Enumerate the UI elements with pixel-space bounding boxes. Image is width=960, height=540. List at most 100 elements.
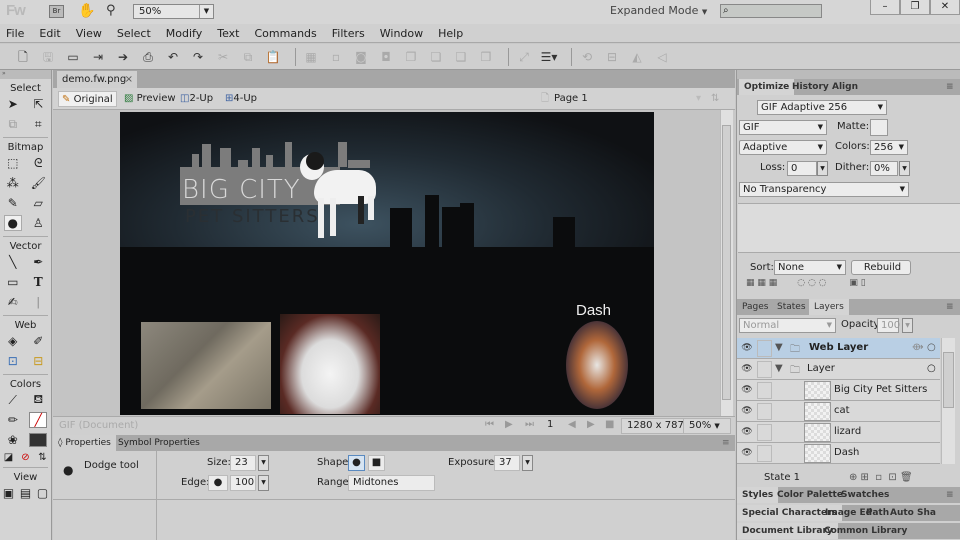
subselection-tool-icon[interactable]: ⇱ (29, 97, 47, 111)
menu-select[interactable]: Select (117, 27, 151, 40)
view-original-button[interactable]: ✎ Original (58, 91, 117, 107)
panel-menu-icon[interactable]: ≡ (941, 79, 959, 95)
lock-toggle[interactable] (757, 445, 772, 462)
loss-input[interactable]: 0 (787, 161, 817, 176)
flip-vertical-icon[interactable]: ◁ (653, 49, 671, 65)
layer-row-web-layer[interactable]: 👁 ▼ 🗀 Web Layer ⟴ ○ (737, 338, 940, 359)
panel-menu-icon[interactable]: ≡ (717, 435, 735, 451)
brush-tool-icon[interactable]: 🖌 (29, 176, 47, 190)
layer-row-object[interactable]: 👁 Big City Pet Sitters ... (737, 380, 940, 406)
menu-text[interactable]: Text (217, 27, 239, 40)
print-icon[interactable]: ⎙ (139, 49, 157, 65)
paste-icon[interactable]: 📋 (264, 49, 282, 65)
stroke-color-swatch[interactable]: ╱ (29, 412, 48, 428)
restore-button[interactable]: ❐ (900, 0, 930, 15)
crop-tool-icon[interactable]: ⌗ (29, 117, 47, 132)
no-stroke-icon[interactable]: ⊘ (17, 452, 34, 463)
lizard-photo[interactable] (141, 322, 271, 409)
layer-row-object[interactable]: 👁 cat (737, 401, 940, 422)
workspace-mode-select[interactable]: Expanded Mode ▼ (610, 4, 707, 17)
last-frame-icon[interactable]: ⏭ (525, 419, 534, 430)
dither-slider-toggle[interactable]: ▼ (899, 161, 910, 176)
edge-slider-toggle[interactable]: ▼ (258, 475, 269, 491)
visibility-eye-icon[interactable]: 👁 (739, 424, 755, 441)
panel-menu-icon[interactable]: ≡ (941, 487, 959, 503)
menu-modify[interactable]: Modify (166, 27, 202, 40)
lock-toggle[interactable] (757, 361, 772, 378)
view-4up-button[interactable]: ⊞4-Up (222, 91, 260, 107)
cut-icon[interactable]: ✂ (214, 49, 232, 65)
open-icon[interactable]: ▭ (64, 49, 82, 65)
menu-help[interactable]: Help (438, 27, 463, 40)
view-preview-button[interactable]: ▨ Preview (121, 91, 179, 107)
close-tab-icon[interactable]: × (125, 71, 133, 88)
tab-optimize[interactable]: Optimize (739, 79, 795, 95)
split-icon[interactable]: ◘ (377, 49, 395, 65)
pen-tool-icon[interactable]: ✒ (29, 255, 47, 269)
bring-forward-icon[interactable]: ❏ (427, 49, 445, 65)
lock-toggle[interactable] (757, 424, 772, 441)
search-input[interactable]: ⌕ (720, 4, 822, 18)
visibility-eye-icon[interactable]: 👁 (739, 445, 755, 462)
share-layer-icon[interactable]: ⟴ (912, 342, 924, 353)
tab-properties[interactable]: ◊ Properties (53, 435, 116, 451)
blend-mode-select[interactable]: Normal ▼ (739, 318, 836, 333)
layer-target-icon[interactable]: ○ (927, 342, 936, 353)
eraser-tool-icon[interactable]: ▱ (29, 196, 47, 210)
sort-select[interactable]: None ▼ (774, 260, 846, 275)
minimize-button[interactable]: – (870, 0, 900, 15)
artboard[interactable]: BIG CITY PET SITTERS Dash (120, 112, 654, 415)
swap-colors-icon[interactable]: ⇅ (34, 452, 51, 463)
tab-pages[interactable]: Pages (737, 299, 773, 315)
standard-screen-mode-icon[interactable]: ▣ (0, 486, 17, 500)
menu-filters[interactable]: Filters (332, 27, 365, 40)
cat-photo[interactable] (280, 314, 380, 414)
layers-scrollbar-thumb[interactable] (943, 352, 954, 408)
stop-icon[interactable]: ■ (605, 419, 614, 430)
shape-square-button[interactable]: ■ (368, 455, 385, 471)
join-icon[interactable]: ◙ (352, 49, 370, 65)
menu-file[interactable]: File (6, 27, 24, 40)
default-colors-icon[interactable]: ◪ (0, 452, 17, 463)
tab-layers[interactable]: Layers (809, 299, 849, 315)
color-table-actions-icon[interactable]: ▦ ▦ ▦ ◌ ◌ ◌ ▣ ▯ (746, 278, 866, 288)
dog-photo[interactable] (566, 321, 628, 409)
zoom-select[interactable]: 50% ▼ (133, 4, 214, 19)
tab-swatches[interactable]: Swatches (836, 487, 894, 503)
layer-row-layer[interactable]: 👁 ▼ 🗀 Layer ○ (737, 359, 940, 380)
size-slider-toggle[interactable]: ▼ (258, 455, 269, 471)
slice-tool-icon[interactable]: ✐ (29, 334, 47, 348)
align-icon[interactable]: ☰▾ (540, 49, 558, 65)
palette-select[interactable]: Adaptive ▼ (739, 140, 827, 155)
transparency-select[interactable]: No Transparency ▼ (739, 182, 909, 197)
tab-symbol-properties[interactable]: Symbol Properties (113, 435, 205, 451)
first-frame-icon[interactable]: ⏮ (485, 419, 494, 430)
text-tool-icon[interactable]: T (29, 275, 47, 289)
redo-icon[interactable]: ↷ (189, 49, 207, 65)
page-selector[interactable]: Page 1 (551, 91, 591, 107)
magic-wand-tool-icon[interactable]: ⁂ (4, 176, 22, 190)
range-select[interactable]: Midtones (348, 475, 435, 491)
expand-arrow-icon[interactable]: ▼ (775, 363, 783, 374)
group-icon[interactable]: ▦ (302, 49, 320, 65)
visibility-eye-icon[interactable]: 👁 (739, 361, 755, 378)
scale-tool-icon[interactable]: ⧉ (4, 117, 22, 132)
fill-color-icon[interactable]: ❀ (4, 433, 22, 447)
line-tool-icon[interactable]: ╲ (4, 255, 22, 269)
opacity-input[interactable]: 100 (877, 318, 900, 333)
layer-row-text[interactable]: 👁 Dash (737, 443, 940, 464)
chevron-down-icon[interactable]: ▾ (693, 91, 704, 107)
visibility-eye-icon[interactable]: 👁 (739, 382, 755, 399)
hotspot-tool-icon[interactable]: ◈ (4, 334, 22, 348)
hide-slices-icon[interactable]: ⊡ (4, 354, 22, 368)
lasso-tool-icon[interactable]: ᘓ (29, 156, 47, 171)
menu-edit[interactable]: Edit (39, 27, 60, 40)
visibility-eye-icon[interactable]: 👁 (739, 403, 755, 420)
optimize-preset-select[interactable]: GIF Adaptive 256 ▼ (757, 100, 887, 115)
paint-bucket-tool-icon[interactable]: ⛾ (29, 392, 47, 408)
layers-scrollbar[interactable] (941, 338, 955, 464)
loss-slider-toggle[interactable]: ▼ (817, 161, 828, 176)
new-document-icon[interactable]: 🗋 (14, 49, 32, 65)
close-button[interactable]: ✕ (930, 0, 960, 15)
visibility-eye-icon[interactable]: 👁 (739, 340, 755, 357)
